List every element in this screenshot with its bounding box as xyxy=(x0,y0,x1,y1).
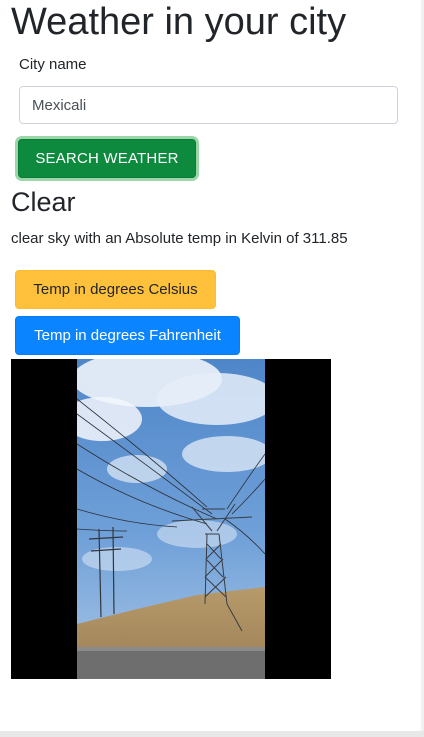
weather-condition: Clear xyxy=(11,187,76,217)
weather-description: clear sky with an Absolute temp in Kelvi… xyxy=(11,230,348,247)
sky-power-lines-illustration xyxy=(77,359,265,679)
page: Weather in your city City name SEARCH WE… xyxy=(0,0,421,731)
bottom-edge-gutter xyxy=(0,731,424,737)
celsius-button[interactable]: Temp in degrees Celsius xyxy=(15,270,216,309)
fahrenheit-button[interactable]: Temp in degrees Fahrenheit xyxy=(15,316,240,355)
city-name-input[interactable] xyxy=(19,86,398,124)
weather-photo xyxy=(11,359,331,679)
page-title: Weather in your city xyxy=(11,1,347,43)
search-weather-button[interactable]: SEARCH WEATHER xyxy=(18,139,196,178)
city-name-label: City name xyxy=(19,56,87,73)
